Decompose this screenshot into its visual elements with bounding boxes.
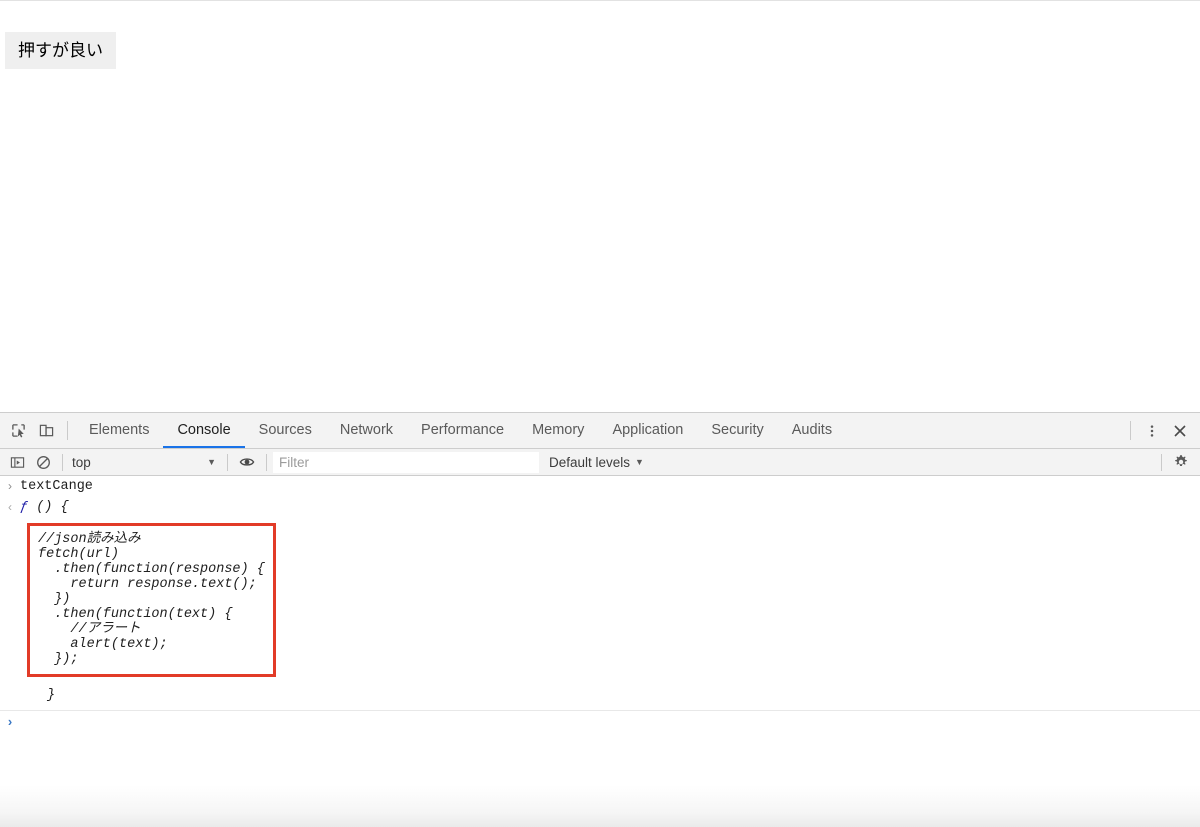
tab-label: Elements [89,421,150,438]
code-highlight-box: //json読み込み fetch(url) .then(function(res… [27,523,276,677]
log-levels-label: Default levels [549,454,631,470]
close-icon[interactable] [1166,413,1194,448]
page-viewport: 押すが良い [0,0,1200,412]
execution-context-select[interactable]: top ▼ [69,449,221,476]
execution-context-value: top [72,454,91,470]
console-prompt-row[interactable]: › [0,711,1200,731]
function-closing-brace: } [47,688,56,703]
tab-network[interactable]: Network [326,413,407,448]
function-keyword-glyph: ƒ [20,500,29,515]
vertical-dots-icon[interactable] [1138,413,1166,448]
devtools-tabs: Elements Console Sources Network Perform… [75,413,1123,448]
options-divider [227,453,228,471]
options-divider [1161,453,1162,471]
console-input-expression: textCange [20,479,93,494]
tab-label: Sources [258,421,312,438]
device-toolbar-icon[interactable] [32,413,60,448]
options-bar-actions [1155,449,1194,476]
tab-label: Console [177,421,231,438]
clear-console-icon[interactable] [30,449,56,476]
prompt-arrow-icon: › [7,714,13,729]
tab-label: Security [711,421,764,438]
gear-icon[interactable] [1168,449,1194,476]
options-divider [62,453,63,471]
console-output-message: ‹ ƒ () { [0,497,1200,518]
tab-security[interactable]: Security [697,413,777,448]
console-input-message: › textCange [0,476,1200,497]
console-sidebar-icon[interactable] [4,449,30,476]
toolbar-divider [67,421,68,440]
chevron-down-icon: ▼ [207,457,216,467]
tab-elements[interactable]: Elements [75,413,163,448]
console-options-bar: top ▼ Default levels ▼ [0,449,1200,476]
tab-label: Performance [421,421,505,438]
tab-sources[interactable]: Sources [245,413,326,448]
tab-performance[interactable]: Performance [407,413,518,448]
tab-console[interactable]: Console [163,413,245,448]
tab-label: Network [339,421,394,438]
tab-label: Audits [791,421,833,438]
input-arrow-icon: › [8,479,12,493]
tab-audits[interactable]: Audits [778,413,846,448]
function-signature[interactable]: ƒ () { [20,499,69,516]
tabstrip-actions [1123,413,1194,448]
tab-label: Application [612,421,684,438]
inspect-cursor-icon[interactable] [4,413,32,448]
tab-label: Memory [532,421,585,438]
options-divider [266,453,267,471]
chevron-down-icon: ▼ [635,457,644,467]
function-signature-text: () { [28,500,69,515]
live-expression-eye-icon[interactable] [234,449,260,476]
devtools-panel: Elements Console Sources Network Perform… [0,412,1200,827]
function-body: //json読み込み fetch(url) .then(function(res… [0,518,1200,703]
highlighted-source-code: //json読み込み fetch(url) .then(function(res… [38,532,265,667]
tab-memory[interactable]: Memory [518,413,598,448]
console-prompt-input[interactable] [20,714,1200,731]
devtools-tabstrip: Elements Console Sources Network Perform… [0,413,1200,449]
log-levels-dropdown[interactable]: Default levels ▼ [549,449,649,476]
console-output[interactable]: › textCange ‹ ƒ () { //json読み込み fetch(ur… [0,476,1200,827]
page-action-button[interactable]: 押すが良い [5,32,116,69]
tab-application[interactable]: Application [598,413,697,448]
output-arrow-icon: ‹ [8,500,12,514]
toolbar-divider [1130,421,1131,440]
filter-input[interactable] [273,451,539,473]
